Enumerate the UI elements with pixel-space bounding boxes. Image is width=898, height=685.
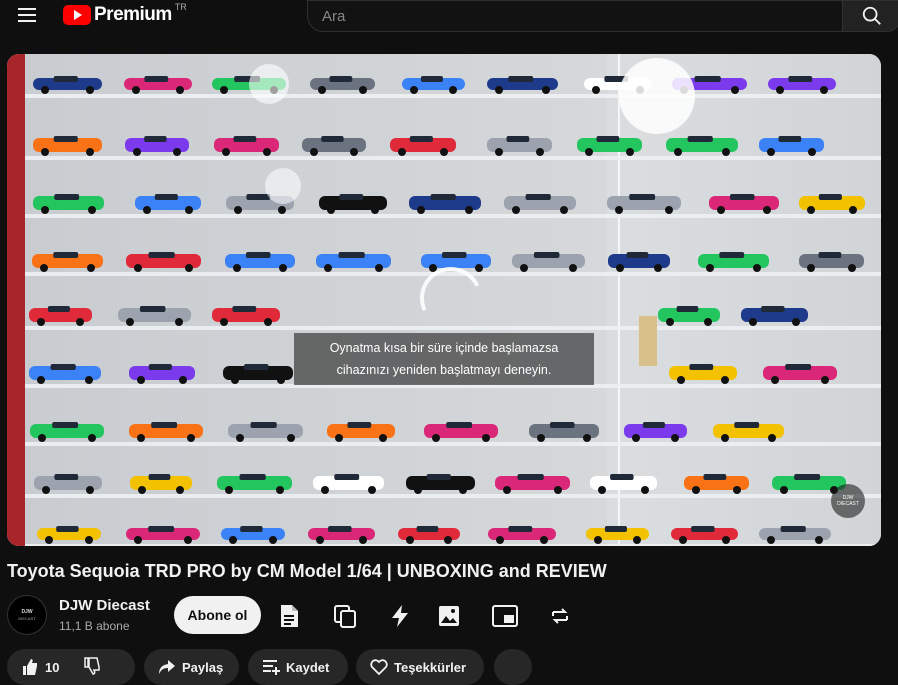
hamburger-icon (18, 8, 36, 10)
avatar-line-2: DIECAST (18, 616, 36, 621)
dislike-icon (83, 656, 101, 678)
channel-name[interactable]: DJW Diecast (59, 597, 150, 614)
video-title: Toyota Sequoia TRD PRO by CM Model 1/64 … (7, 561, 607, 581)
like-count: 10 (45, 659, 60, 675)
youtube-premium-logo[interactable]: Premium TR (63, 2, 187, 28)
thanks-label: Teşekkürler (394, 659, 467, 675)
channel-watermark[interactable]: DJW DIECAST (831, 484, 865, 518)
logo-text: Premium (94, 4, 172, 25)
like-dislike-button[interactable]: 10 (7, 649, 135, 685)
save-label: Kaydet (286, 659, 330, 675)
logo-region: TR (174, 2, 187, 12)
share-label: Paylaş (182, 659, 224, 675)
document-icon[interactable] (276, 603, 302, 629)
thumbs-up-icon (23, 659, 37, 675)
loop-icon[interactable] (547, 603, 573, 629)
menu-button[interactable] (12, 2, 42, 28)
watermark-line-2: DIECAST (837, 501, 859, 507)
masthead: Premium TR (0, 0, 898, 32)
video-player[interactable]: Oynatma kısa bir süre içinde başlamazsa … (7, 54, 881, 546)
more-actions-button[interactable] (494, 649, 532, 685)
playback-notice: Oynatma kısa bir süre içinde başlamazsa … (294, 333, 594, 385)
copy-icon[interactable] (332, 603, 358, 629)
search-box (307, 0, 842, 32)
search-button[interactable] (842, 0, 898, 32)
miniplayer-icon[interactable] (492, 603, 518, 629)
subscriber-count: 11,1 B abone (59, 619, 130, 633)
save-button[interactable]: Kaydet (248, 649, 348, 685)
search-icon (862, 6, 881, 25)
share-button[interactable]: Paylaş (144, 649, 239, 685)
image-icon[interactable] (436, 603, 462, 629)
save-icon (263, 660, 280, 675)
share-icon (159, 660, 175, 674)
search-input[interactable] (322, 7, 842, 25)
subscribe-button[interactable]: Abone ol (174, 596, 261, 634)
notice-line-1: Oynatma kısa bir süre içinde başlamazsa (329, 341, 559, 355)
channel-avatar[interactable]: DJW DIECAST (7, 595, 47, 635)
heart-icon (370, 659, 388, 676)
thanks-button[interactable]: Teşekkürler (356, 649, 484, 685)
notice-line-2: cihazınızı yeniden başlatmayı deneyin. (336, 363, 552, 377)
avatar-line-1: DJW (21, 609, 33, 615)
youtube-play-icon (63, 5, 91, 25)
lightning-icon[interactable] (387, 603, 413, 629)
